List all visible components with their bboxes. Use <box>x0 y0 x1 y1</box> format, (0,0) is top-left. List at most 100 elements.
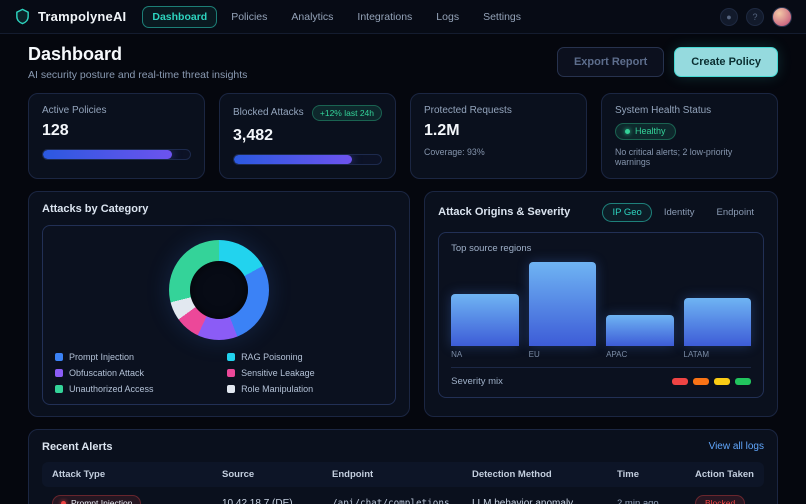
stat-value: 128 <box>42 122 191 140</box>
stat-value: 1.2M <box>424 122 573 140</box>
endpoint-cell: /api/chat/completions <box>332 498 472 504</box>
severity-pill <box>735 378 751 385</box>
help-button[interactable]: ? <box>746 8 764 26</box>
severity-pill <box>714 378 730 385</box>
page-title: Dashboard <box>28 44 247 66</box>
nav-item-policies[interactable]: Policies <box>221 6 277 28</box>
legend-item: Sensitive Leakage <box>227 368 383 378</box>
legend-label: Sensitive Leakage <box>241 368 315 378</box>
origins-chart-panel: Top source regions NA EU APAC LATAM Seve… <box>438 232 764 398</box>
stat-card-blocked-attacks: Blocked Attacks +12% last 24h 3,482 <box>219 93 396 179</box>
brand[interactable]: TrampolyneAI <box>14 8 126 25</box>
legend-swatch <box>55 385 63 393</box>
legend-item: Unauthorized Access <box>55 384 211 394</box>
health-status-badge: Healthy <box>615 123 676 140</box>
export-report-button[interactable]: Export Report <box>557 47 664 77</box>
attack-type-label: Prompt Injection <box>71 498 132 504</box>
region-label: EU <box>529 350 596 359</box>
stat-value: 3,482 <box>233 127 382 145</box>
column-header: Attack Type <box>52 469 222 480</box>
navbar-right: ● ? <box>720 7 792 27</box>
health-status-text: Healthy <box>635 126 666 136</box>
health-note: No critical alerts; 2 low-priority warni… <box>615 147 764 167</box>
region-labels: NA EU APAC LATAM <box>451 350 751 359</box>
top-navbar: TrampolyneAI Dashboard Policies Analytic… <box>0 0 806 34</box>
shield-logo-icon <box>14 8 31 25</box>
stat-card-protected-requests: Protected Requests 1.2M Coverage: 93% <box>410 93 587 179</box>
attack-origins-card: Attack Origins & Severity IP Geo Identit… <box>424 191 778 417</box>
progress-track <box>42 149 191 160</box>
nav-item-logs[interactable]: Logs <box>426 6 469 28</box>
legend-label: Role Manipulation <box>241 384 313 394</box>
action-badge: Blocked <box>695 495 745 504</box>
tab-identity[interactable]: Identity <box>654 203 705 222</box>
time-cell: 2 min ago <box>617 498 695 504</box>
card-title: Attack Origins & Severity <box>438 206 570 218</box>
nav-item-settings[interactable]: Settings <box>473 6 531 28</box>
coverage-note: Coverage: 93% <box>424 147 573 157</box>
table-row[interactable]: Prompt Injection 10.42.18.7 (DE) /api/ch… <box>42 487 764 504</box>
detection-method-cell: LLM behavior anomaly <box>472 498 617 504</box>
card-title: Attacks by Category <box>42 203 396 215</box>
progress-track <box>233 154 382 165</box>
region-bar <box>529 262 596 346</box>
stat-label: System Health Status <box>615 105 711 116</box>
category-donut-chart <box>169 240 269 340</box>
severity-label: Severity mix <box>451 376 503 387</box>
region-bar <box>684 298 751 346</box>
notifications-button[interactable]: ● <box>720 8 738 26</box>
column-header: Action Taken <box>695 469 754 480</box>
page-header: Dashboard AI security posture and real-t… <box>0 34 806 83</box>
category-chart-panel: Prompt Injection RAG Poisoning Obfuscati… <box>42 225 396 405</box>
progress-fill <box>43 150 172 159</box>
stat-card-active-policies: Active Policies 128 <box>28 93 205 179</box>
view-all-logs-link[interactable]: View all logs <box>709 441 764 452</box>
legend-label: Obfuscation Attack <box>69 368 144 378</box>
region-bar-chart <box>451 262 751 346</box>
legend-item: Role Manipulation <box>227 384 383 394</box>
stats-row: Active Policies 128 Blocked Attacks +12%… <box>28 93 778 179</box>
main-nav: Dashboard Policies Analytics Integration… <box>142 6 531 28</box>
brand-name: TrampolyneAI <box>38 9 126 24</box>
region-label: NA <box>451 350 518 359</box>
legend-item: Obfuscation Attack <box>55 368 211 378</box>
legend-swatch <box>55 353 63 361</box>
recent-alerts-title: Recent Alerts <box>42 441 113 453</box>
column-header: Source <box>222 469 332 480</box>
trend-badge: +12% last 24h <box>312 105 382 121</box>
stat-card-system-health: System Health Status Healthy No critical… <box>601 93 778 179</box>
severity-row: Severity mix <box>451 367 751 387</box>
regions-subtitle: Top source regions <box>451 243 751 254</box>
nav-item-dashboard[interactable]: Dashboard <box>142 6 217 28</box>
legend-item: Prompt Injection <box>55 352 211 362</box>
page-subtitle: AI security posture and real-time threat… <box>28 69 247 81</box>
tab-ip-geo[interactable]: IP Geo <box>602 203 651 222</box>
nav-item-integrations[interactable]: Integrations <box>347 6 422 28</box>
legend-label: Prompt Injection <box>69 352 134 362</box>
attack-type-badge: Prompt Injection <box>52 495 141 504</box>
column-header: Endpoint <box>332 469 472 480</box>
severity-pill <box>672 378 688 385</box>
middle-row: Attacks by Category Prompt Injection RAG… <box>28 191 778 417</box>
legend-swatch <box>227 353 235 361</box>
health-dot-icon <box>625 129 630 134</box>
alerts-table-header: Attack Type Source Endpoint Detection Me… <box>42 462 764 487</box>
origins-tabs: IP Geo Identity Endpoint <box>602 203 764 222</box>
stat-label: Protected Requests <box>424 105 512 116</box>
severity-dot-icon <box>61 501 66 504</box>
region-bar <box>451 294 518 346</box>
category-legend: Prompt Injection RAG Poisoning Obfuscati… <box>55 352 383 394</box>
region-bar <box>606 315 673 346</box>
user-avatar[interactable] <box>772 7 792 27</box>
region-label: LATAM <box>684 350 751 359</box>
column-header: Time <box>617 469 695 480</box>
nav-item-analytics[interactable]: Analytics <box>281 6 343 28</box>
severity-pill <box>693 378 709 385</box>
create-policy-button[interactable]: Create Policy <box>674 47 778 77</box>
legend-swatch <box>227 385 235 393</box>
legend-swatch <box>227 369 235 377</box>
source-cell: 10.42.18.7 (DE) <box>222 498 332 504</box>
recent-alerts-card: Recent Alerts View all logs Attack Type … <box>28 429 778 504</box>
severity-pills <box>672 378 751 385</box>
tab-endpoint[interactable]: Endpoint <box>706 203 764 222</box>
